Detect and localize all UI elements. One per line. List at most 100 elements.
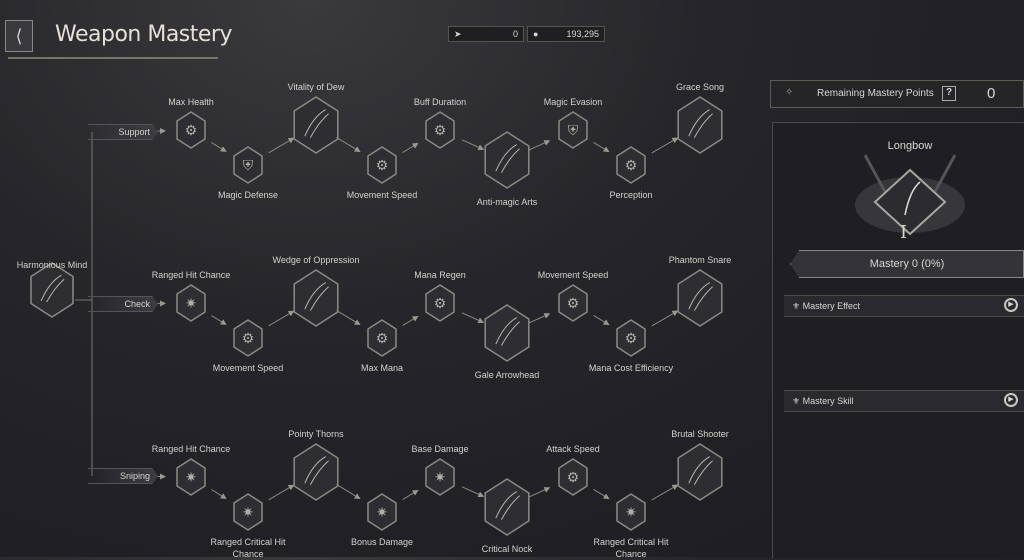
branch-tab-sniping[interactable]: Sniping	[88, 468, 158, 484]
node-label: Ranged Critical Hit Chance	[203, 536, 293, 560]
mastery-rank: I	[900, 222, 907, 243]
node-label: Mana Cost Efficiency	[571, 362, 691, 374]
branch-tab-support[interactable]: Support	[88, 124, 158, 140]
shield-icon: ⛨	[243, 157, 254, 173]
skill-node[interactable]: ✷	[177, 459, 205, 495]
connector-arrow	[462, 140, 483, 150]
skill-node[interactable]: ⛨	[559, 112, 587, 148]
skill-node[interactable]	[485, 132, 529, 188]
node-label: Bonus Damage	[322, 536, 442, 548]
node-label: Max Health	[131, 96, 251, 108]
connector-arrow	[211, 490, 225, 499]
node-label: Buff Duration	[380, 96, 500, 108]
connector-arrow	[269, 485, 294, 500]
skill-node[interactable]: ⚙	[426, 112, 454, 148]
skill-node[interactable]: ⚙	[559, 285, 587, 321]
connector-arrow	[594, 489, 609, 498]
help-icon[interactable]: ?	[942, 86, 956, 101]
skill-node[interactable]	[678, 97, 722, 153]
node-label: Max Mana	[322, 362, 442, 374]
play-icon[interactable]: ▶	[1004, 298, 1018, 312]
skill-node[interactable]: ⚙	[426, 285, 454, 321]
node-label: Grace Song	[640, 81, 760, 93]
mastery-level-bar: Mastery 0 (0%)	[790, 250, 1024, 278]
gear-icon: ⚙	[434, 295, 447, 311]
connector-arrow	[594, 315, 609, 324]
node-label: Movement Speed	[188, 362, 308, 374]
skill-node[interactable]: ✷	[368, 494, 396, 530]
skill-node[interactable]: ✷	[234, 494, 262, 530]
node-label: Base Damage	[380, 443, 500, 455]
skill-node[interactable]	[485, 479, 529, 535]
connector-arrow	[269, 311, 294, 326]
node-label: Anti-magic Arts	[447, 196, 567, 208]
skill-node[interactable]	[678, 444, 722, 500]
gear-icon: ⚙	[434, 122, 447, 138]
connector-arrow	[337, 137, 360, 151]
mastery-skill-header: ⚜ Mastery Skill ▶	[784, 390, 1024, 412]
node-label: Movement Speed	[513, 269, 633, 281]
gear-icon: ⚙	[376, 330, 389, 346]
ornament-icon: ✧	[785, 87, 793, 98]
skill-node[interactable]: ⛨	[234, 147, 262, 183]
node-label: Mana Regen	[380, 269, 500, 281]
node-label: Ranged Critical Hit Chance	[586, 536, 676, 560]
node-label: Brutal Shooter	[640, 428, 760, 440]
node-label: Vitality of Dew	[256, 81, 376, 93]
connector-arrow	[337, 484, 360, 498]
skill-node[interactable]: ✷	[177, 285, 205, 321]
burst-icon: ✷	[376, 504, 388, 520]
skill-node[interactable]	[294, 444, 338, 500]
node-label: Ranged Hit Chance	[131, 269, 251, 281]
burst-icon: ✷	[434, 469, 446, 485]
node-label: Perception	[571, 189, 691, 201]
burst-icon: ✷	[242, 504, 254, 520]
burst-icon: ✷	[625, 504, 637, 520]
longbow-emblem	[850, 150, 970, 250]
connector-arrow	[403, 490, 418, 499]
skill-node[interactable]	[485, 305, 529, 361]
skill-node[interactable]: ⚙	[617, 320, 645, 356]
branch-tab-check[interactable]: Check	[88, 296, 158, 312]
gear-icon: ⚙	[376, 157, 389, 173]
connector-arrow	[211, 316, 225, 325]
skill-node[interactable]: ⚙	[234, 320, 262, 356]
node-label: Phantom Snare	[640, 254, 760, 266]
gear-icon: ⚙	[567, 469, 580, 485]
node-label: Magic Evasion	[513, 96, 633, 108]
connector-arrow	[529, 314, 549, 323]
node-label: Magic Defense	[188, 189, 308, 201]
skill-node[interactable]: ✷	[617, 494, 645, 530]
node-harmonious-mind[interactable]	[31, 263, 73, 317]
skill-node[interactable]: ✷	[426, 459, 454, 495]
skill-node[interactable]: ⚙	[368, 147, 396, 183]
connector-arrow	[652, 138, 678, 153]
connector-arrow	[462, 313, 483, 323]
fleur-icon: ⚜	[792, 301, 800, 311]
skill-node[interactable]	[294, 270, 338, 326]
node-label: Movement Speed	[322, 189, 442, 201]
play-icon[interactable]: ▶	[1004, 393, 1018, 407]
remaining-mastery-points: ✧ Remaining Mastery Points ? 0	[770, 80, 1024, 108]
connector-arrow	[594, 142, 609, 151]
fleur-icon: ⚜	[792, 396, 800, 406]
skill-node[interactable]: ⚙	[177, 112, 205, 148]
skill-node[interactable]: ⚙	[368, 320, 396, 356]
gear-icon: ⚙	[567, 295, 580, 311]
connector-arrow	[652, 311, 678, 326]
skill-node[interactable]	[678, 270, 722, 326]
connector-arrow	[211, 143, 225, 152]
connector-arrow	[462, 487, 483, 497]
connector-arrow	[652, 485, 678, 500]
node-label: Gale Arrowhead	[447, 369, 567, 381]
gear-icon: ⚙	[242, 330, 255, 346]
gear-icon: ⚙	[625, 330, 638, 346]
shield-icon: ⛨	[568, 122, 579, 138]
node-label: Critical Nock	[447, 543, 567, 555]
skill-node[interactable]	[294, 97, 338, 153]
node-label: Harmonious Mind	[0, 259, 112, 271]
gear-icon: ⚙	[625, 157, 638, 173]
skill-node[interactable]: ⚙	[559, 459, 587, 495]
gear-icon: ⚙	[185, 122, 198, 138]
skill-node[interactable]: ⚙	[617, 147, 645, 183]
